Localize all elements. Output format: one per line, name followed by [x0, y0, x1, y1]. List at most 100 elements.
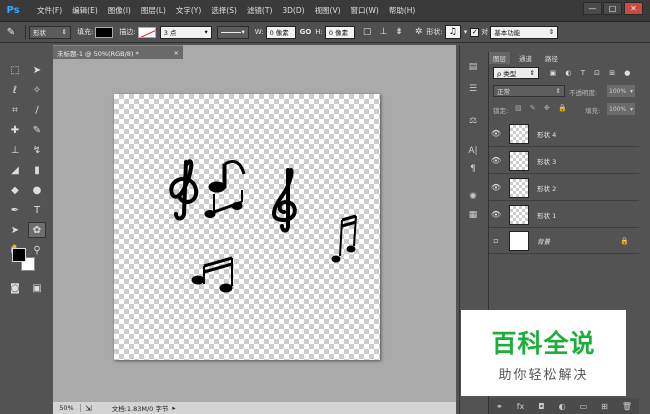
folder-icon[interactable]: ▭	[580, 402, 588, 411]
menu-type[interactable]: 文字(Y)	[171, 0, 206, 22]
zoom-tool-icon[interactable]: ⚲	[28, 242, 46, 258]
shape-filter-icon[interactable]: ⊡	[594, 69, 600, 77]
eyedropper-tool-icon[interactable]: ∕	[28, 102, 46, 118]
menu-select[interactable]: 选择(S)	[206, 0, 242, 22]
blur-tool-icon[interactable]: ◆	[6, 182, 24, 198]
eraser-tool-icon[interactable]: ◢	[6, 162, 24, 178]
menu-file[interactable]: 文件(F)	[32, 0, 67, 22]
trash-icon[interactable]: 🗑	[622, 402, 632, 411]
history-brush-tool-icon[interactable]: ↯	[28, 142, 46, 158]
minimize-button[interactable]: —	[583, 2, 602, 15]
paragraph-panel-icon[interactable]: ¶	[464, 161, 482, 177]
pixel-filter-icon[interactable]: ▣	[550, 69, 557, 77]
link-icon[interactable]: GO	[300, 28, 312, 36]
swatches-panel-icon[interactable]: ▦	[464, 207, 482, 223]
height-input[interactable]: 0 像素	[324, 25, 355, 39]
move-tool-icon[interactable]: ➤	[28, 62, 46, 78]
type-filter-icon[interactable]: T	[581, 69, 585, 77]
eye-icon[interactable]: 👁	[489, 183, 503, 192]
layer-name[interactable]: 形状 2	[537, 183, 556, 193]
layer-filter-icons[interactable]: ▣ ◐ T ⊡ ⊞ ●	[545, 67, 635, 79]
export-icon[interactable]: ⇲	[85, 404, 92, 413]
eye-icon[interactable]: 👁	[489, 210, 503, 219]
adjustment-icon[interactable]: ◐	[559, 402, 566, 411]
fill-input[interactable]: 100% ▾	[607, 103, 635, 115]
width-input[interactable]: 0 像素	[265, 25, 296, 39]
workspace-select[interactable]: 基本功能 ⇕	[490, 25, 559, 39]
info-arrow-icon[interactable]: ▸	[172, 404, 175, 412]
eye-icon[interactable]: 👁	[489, 129, 503, 138]
path-operations-icon[interactable]: ▢	[363, 27, 372, 37]
link-icon[interactable]: ⚭	[496, 402, 503, 411]
tool-mode-select[interactable]: 形状 ⇕	[29, 25, 71, 39]
path-arrangement-icon[interactable]: ⇟	[395, 27, 403, 37]
layer-name[interactable]: 形状 1	[537, 210, 556, 220]
foreground-color-swatch[interactable]	[12, 248, 26, 262]
path-alignment-icon[interactable]: ⊥	[379, 27, 387, 37]
fx-icon[interactable]: fx	[517, 402, 525, 411]
layer-name[interactable]: 背景	[537, 236, 550, 246]
visibility-toggle[interactable]: ▫	[489, 236, 503, 245]
custom-shape-tool-icon[interactable]: ✎	[0, 27, 22, 38]
layer-row[interactable]: 👁 形状 3	[489, 148, 639, 174]
brush-tool-icon[interactable]: ✎	[28, 122, 46, 138]
gradient-tool-icon[interactable]: ▮	[28, 162, 46, 178]
layer-row[interactable]: 👁 形状 1	[489, 202, 639, 228]
magic-wand-tool-icon[interactable]: ✧	[28, 82, 46, 98]
smart-filter-icon[interactable]: ⊞	[609, 69, 615, 77]
tab-layers[interactable]: 图层	[489, 52, 510, 64]
zoom-level[interactable]: 50%	[53, 404, 81, 412]
filter-toggle-icon[interactable]: ●	[624, 69, 630, 77]
layer-row-background[interactable]: ▫ 背景 🔒	[489, 228, 639, 254]
stroke-size-input[interactable]: 3 点 ▾	[159, 25, 212, 39]
menu-window[interactable]: 窗口(W)	[346, 0, 384, 22]
blend-mode-select[interactable]: 正常 ⇕	[493, 85, 565, 97]
clone-stamp-tool-icon[interactable]: ⊥	[6, 142, 24, 158]
type-tool-icon[interactable]: T	[28, 202, 46, 218]
history-panel-icon[interactable]: ▤	[464, 59, 482, 75]
layer-filter-select[interactable]: ρ 类型 ⇕	[493, 67, 539, 79]
menu-view[interactable]: 视图(V)	[310, 0, 346, 22]
character-panel-icon[interactable]: A|	[464, 143, 482, 159]
menu-layer[interactable]: 图层(L)	[136, 0, 171, 22]
lock-icons[interactable]: ▨ ✎ ✥ 🔒	[515, 104, 570, 112]
menu-image[interactable]: 图像(I)	[103, 0, 136, 22]
menu-filter[interactable]: 滤镜(T)	[242, 0, 277, 22]
tab-channels[interactable]: 通道	[515, 52, 536, 64]
menu-edit[interactable]: 编辑(E)	[67, 0, 103, 22]
dodge-tool-icon[interactable]: ●	[28, 182, 46, 198]
dropdown-arrow-icon[interactable]: ▾	[464, 28, 468, 36]
lasso-tool-icon[interactable]: ℓ	[6, 82, 24, 98]
gear-icon[interactable]: ✲	[415, 27, 423, 37]
pen-tool-icon[interactable]: ✒	[6, 202, 24, 218]
stroke-swatch[interactable]	[137, 26, 156, 38]
stroke-type-select[interactable]: ▾	[216, 25, 249, 39]
color-panel-icon[interactable]: ✺	[464, 189, 482, 205]
close-tab-icon[interactable]: ×	[174, 49, 179, 57]
healing-brush-tool-icon[interactable]: ✚	[6, 122, 24, 138]
path-selection-tool-icon[interactable]: ➤	[6, 222, 24, 238]
menu-3d[interactable]: 3D(D)	[277, 0, 309, 22]
mask-icon[interactable]: ◘	[538, 402, 544, 411]
properties-panel-icon[interactable]: ☰	[464, 81, 482, 97]
shape-picker[interactable]: ♫	[444, 25, 461, 39]
eye-icon[interactable]: 👁	[489, 156, 503, 165]
close-button[interactable]: ✕	[624, 2, 643, 15]
custom-shape-tool-icon[interactable]: ✿	[28, 222, 46, 238]
opacity-input[interactable]: 100% ▾	[607, 85, 635, 97]
quick-mask-icon[interactable]: ◙	[6, 280, 24, 296]
layer-row[interactable]: 👁 形状 2	[489, 175, 639, 201]
fill-swatch[interactable]	[95, 26, 114, 38]
tab-paths[interactable]: 路径	[541, 52, 562, 64]
document-canvas[interactable]	[114, 94, 380, 360]
align-edges-checkbox[interactable]: ✓	[470, 27, 480, 37]
new-layer-icon[interactable]: ⊞	[601, 402, 608, 411]
crop-tool-icon[interactable]: ⌗	[6, 102, 24, 118]
adjustments-panel-icon[interactable]: ⚖	[464, 113, 482, 129]
menu-help[interactable]: 帮助(H)	[384, 0, 421, 22]
layer-name[interactable]: 形状 3	[537, 156, 556, 166]
layer-name[interactable]: 形状 4	[537, 129, 556, 139]
adjustment-filter-icon[interactable]: ◐	[565, 69, 571, 77]
marquee-tool-icon[interactable]: ⬚	[6, 62, 24, 78]
maximize-button[interactable]: □	[603, 2, 622, 15]
